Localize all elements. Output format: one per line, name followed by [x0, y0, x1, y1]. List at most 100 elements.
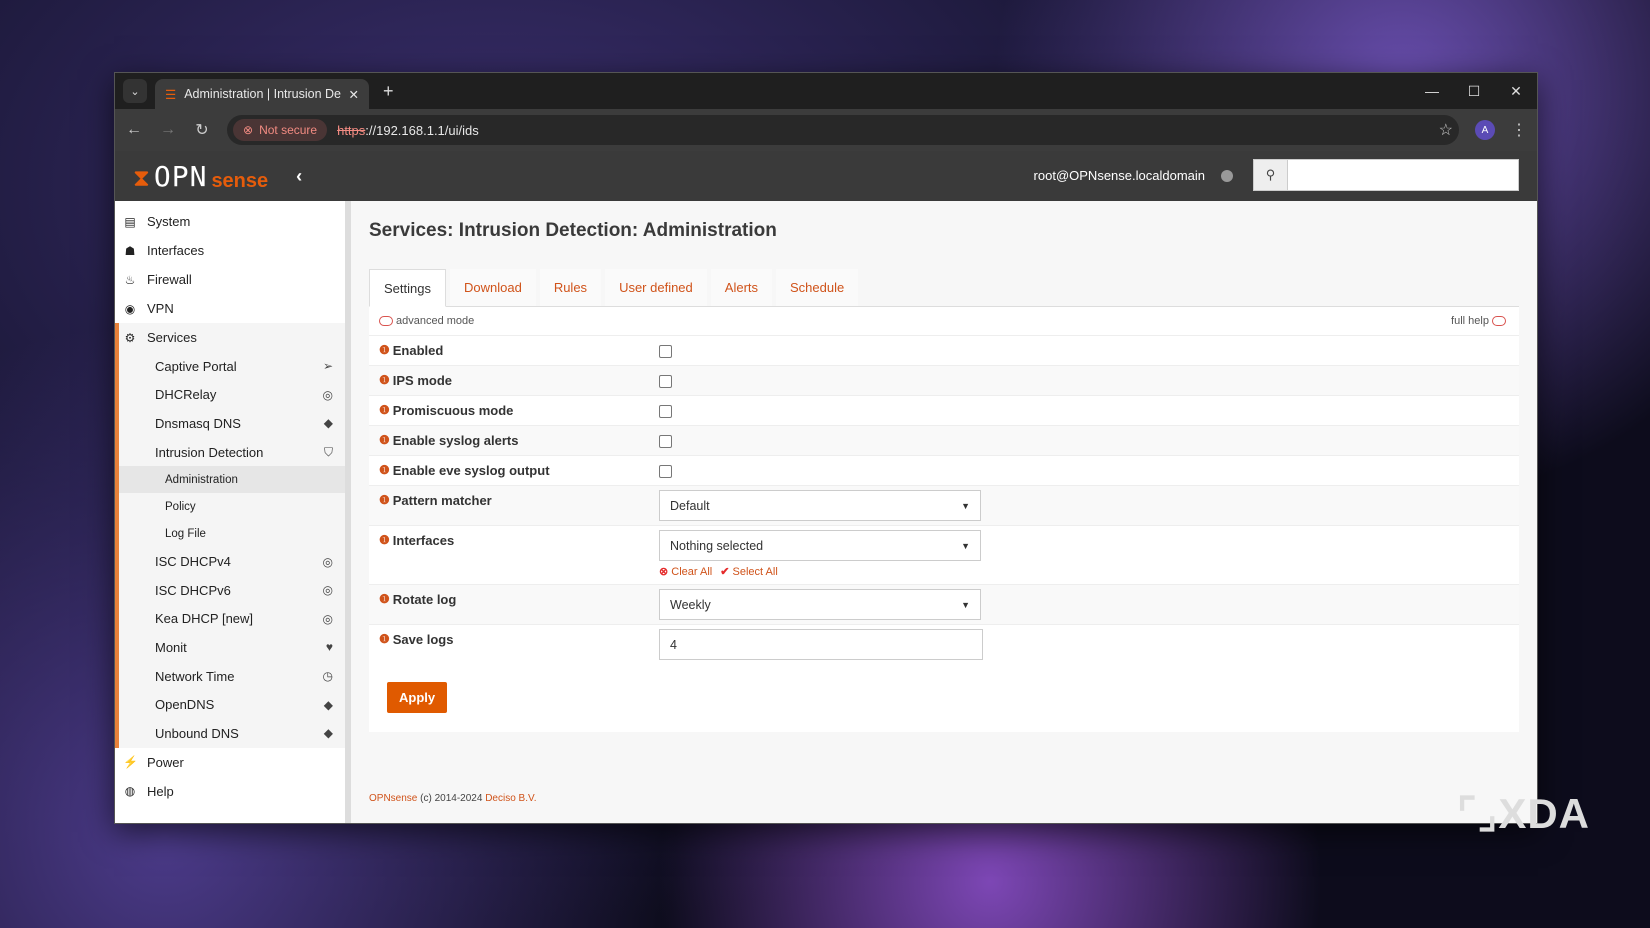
tags-icon: ◆ — [323, 726, 333, 741]
info-icon[interactable]: ❶ — [379, 592, 390, 624]
bullseye-icon: ◎ — [322, 387, 333, 402]
select-all-link[interactable]: ✔ Select All — [720, 565, 778, 578]
tab-download[interactable]: Download — [449, 269, 536, 306]
tab-schedule[interactable]: Schedule — [776, 269, 859, 306]
sidebar-item-isc-dhcpv4[interactable]: ISC DHCPv4 ◎ — [119, 547, 345, 576]
sidebar-item-firewall[interactable]: ♨ Firewall — [115, 265, 345, 294]
paper-plane-icon: ➢ — [322, 359, 333, 374]
sidebar-item-interfaces[interactable]: ☗ Interfaces — [115, 236, 345, 265]
advanced-mode-toggle[interactable]: advanced mode — [379, 315, 474, 327]
sidebar-item-kea-dhcp[interactable]: Kea DHCP [new] ◎ — [119, 605, 345, 634]
sidebar-item-captive-portal[interactable]: Captive Portal ➢ — [119, 352, 345, 381]
sidebar-item-dnsmasq[interactable]: Dnsmasq DNS ◆ — [119, 409, 345, 438]
sidebar-item-isc-dhcpv6[interactable]: ISC DHCPv6 ◎ — [119, 576, 345, 605]
browser-tab[interactable]: ☰ Administration | Intrusion Dete ✕ — [155, 79, 369, 109]
tags-icon: ◆ — [323, 697, 333, 712]
check-icon: ✔ — [720, 566, 730, 578]
info-icon[interactable]: ❶ — [379, 533, 390, 584]
close-window-button[interactable]: ✕ — [1495, 83, 1537, 100]
heartbeat-icon: ♥ — [325, 640, 333, 655]
gear-icon: ⚙ — [124, 330, 136, 345]
sidebar-item-intrusion-detection[interactable]: Intrusion Detection ⛉ — [119, 438, 345, 467]
sidebar-item-monit[interactable]: Monit ♥ — [119, 633, 345, 662]
info-icon[interactable]: ❶ — [379, 373, 390, 395]
full-help-toggle[interactable]: full help — [1451, 315, 1509, 327]
info-icon[interactable]: ❶ — [379, 343, 390, 365]
search-input[interactable] — [1288, 160, 1518, 190]
syslog-alerts-row: ❶ Enable syslog alerts — [369, 425, 1519, 455]
sidebar-item-network-time[interactable]: Network Time ◷ — [119, 662, 345, 691]
enabled-checkbox[interactable] — [659, 345, 672, 358]
profile-avatar[interactable]: A — [1475, 120, 1495, 140]
lifebuoy-icon: ◍ — [124, 784, 136, 799]
maximize-button[interactable]: ☐ — [1453, 83, 1495, 100]
toggle-off-icon — [379, 316, 393, 327]
url-bar[interactable]: ⊗ Not secure https://192.168.1.1/ui/ids ☆ — [227, 115, 1459, 145]
opnsense-link[interactable]: OPNsense — [369, 793, 417, 804]
rotate-log-row: ❶ Rotate log Weekly ▼ — [369, 584, 1519, 624]
minimize-button[interactable]: — — [1411, 83, 1453, 99]
clock-icon: ◷ — [322, 669, 333, 684]
sidebar: ▤ System ☗ Interfaces ♨ Firewall ◉ VPN ⚙ Serv… — [115, 201, 345, 823]
rotate-log-select[interactable]: Weekly ▼ — [659, 589, 981, 620]
interfaces-select[interactable]: Nothing selected ▼ — [659, 530, 981, 561]
eve-syslog-checkbox[interactable] — [659, 465, 672, 478]
enabled-row: ❶ Enabled — [369, 335, 1519, 365]
deciso-link[interactable]: Deciso B.V. — [485, 793, 536, 804]
info-icon[interactable]: ❶ — [379, 433, 390, 455]
sidebar-item-system[interactable]: ▤ System — [115, 207, 345, 236]
promiscuous-checkbox[interactable] — [659, 405, 672, 418]
apply-button[interactable]: Apply — [387, 682, 448, 713]
ips-mode-checkbox[interactable] — [659, 375, 672, 388]
globe-icon: ◉ — [124, 301, 136, 316]
not-secure-badge[interactable]: ⊗ Not secure — [233, 119, 328, 141]
save-logs-input[interactable] — [659, 629, 983, 660]
tab-user-defined[interactable]: User defined — [605, 269, 707, 306]
header-search[interactable]: ⚲ — [1253, 159, 1519, 191]
bookmark-star-icon[interactable]: ☆ — [1439, 120, 1453, 140]
sidebar-item-vpn[interactable]: ◉ VPN — [115, 294, 345, 323]
info-icon[interactable]: ❶ — [379, 463, 390, 485]
tab-settings[interactable]: Settings — [369, 269, 446, 307]
clear-icon: ⊗ — [659, 566, 669, 578]
save-logs-row: ❶ Save logs — [369, 624, 1519, 668]
tab-rules[interactable]: Rules — [539, 269, 602, 306]
interfaces-row: ❶ Interfaces Nothing selected ▼ ⊗ Clear All… — [369, 525, 1519, 584]
settings-panel: advanced mode full help ❶ Enabled ❶ IPS mo… — [369, 307, 1519, 732]
tags-icon: ◆ — [323, 416, 333, 431]
info-icon[interactable]: ❶ — [379, 403, 390, 425]
pattern-matcher-select[interactable]: Default ▼ — [659, 490, 981, 521]
clear-all-link[interactable]: ⊗ Clear All — [659, 565, 712, 578]
reload-button[interactable]: ↻ — [193, 120, 211, 140]
info-icon[interactable]: ❶ — [379, 632, 390, 668]
address-bar-row: ← → ↻ ⊗ Not secure https://192.168.1.1/ui… — [115, 109, 1537, 151]
sidebar-item-unbound-dns[interactable]: Unbound DNS ◆ — [119, 719, 345, 748]
user-label[interactable]: root@OPNsense.localdomain — [1034, 168, 1205, 183]
tab-alerts[interactable]: Alerts — [710, 269, 773, 306]
toggle-off-icon — [1492, 316, 1506, 327]
sidebar-item-policy[interactable]: Policy — [119, 493, 345, 520]
copyright-text: (c) 2014-2024 — [417, 793, 486, 804]
sidebar-item-help[interactable]: ◍ Help — [115, 777, 345, 806]
sidebar-item-log-file[interactable]: Log File — [119, 520, 345, 547]
caret-down-icon: ▼ — [961, 599, 970, 610]
forward-button[interactable]: → — [159, 121, 177, 139]
xda-watermark: ⌜⌟XDA — [1456, 790, 1590, 837]
info-icon[interactable]: ❶ — [379, 493, 390, 525]
sidebar-item-dhcrelay[interactable]: DHCRelay ◎ — [119, 381, 345, 410]
sidebar-item-opendns[interactable]: OpenDNS ◆ — [119, 690, 345, 719]
collapse-sidebar-icon[interactable]: ‹ — [296, 166, 302, 187]
sidebar-item-administration[interactable]: Administration — [119, 466, 345, 494]
close-tab-icon[interactable]: ✕ — [349, 87, 359, 102]
search-icon: ⚲ — [1254, 160, 1288, 190]
sidebar-item-power[interactable]: ⚡ Power — [115, 748, 345, 777]
tab-search-button[interactable]: ⌄ — [123, 79, 147, 103]
tab-list: Settings Download Rules User defined Ale… — [369, 269, 1519, 307]
sidebar-item-services[interactable]: ⚙ Services — [119, 323, 345, 352]
syslog-alerts-checkbox[interactable] — [659, 435, 672, 448]
new-tab-button[interactable]: + — [383, 81, 394, 102]
back-button[interactable]: ← — [125, 121, 143, 139]
browser-menu-icon[interactable]: ⋮ — [1511, 120, 1527, 140]
opnsense-logo[interactable]: ⧗ OPN sense — [133, 160, 268, 193]
status-dot[interactable] — [1221, 170, 1233, 182]
